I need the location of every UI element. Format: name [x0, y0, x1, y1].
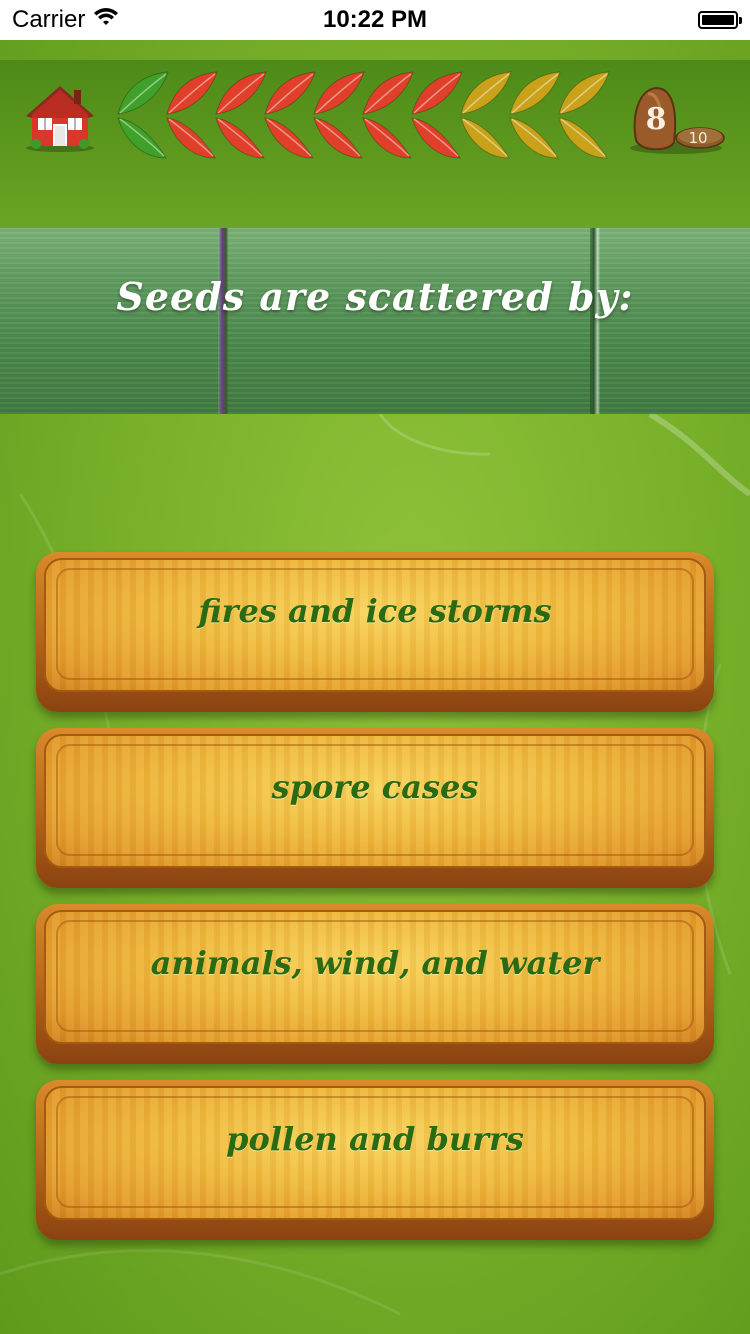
progress-leaf-wrong — [215, 71, 267, 159]
answer-label: pollen and burrs — [226, 1120, 524, 1158]
progress-leaf-wrong — [313, 71, 365, 159]
answer-label: fires and ice storms — [198, 592, 552, 630]
progress-leaf-wrong — [264, 71, 316, 159]
bamboo-node — [590, 228, 600, 414]
question-banner — [0, 228, 750, 414]
progress-leaf-correct — [117, 71, 169, 159]
home-button[interactable] — [22, 78, 98, 154]
question-text: Seeds are scattered by: — [116, 274, 634, 319]
carrier-label: Carrier — [12, 6, 86, 33]
progress-leaf-wrong — [411, 71, 463, 159]
status-right — [698, 0, 742, 40]
answer-label: spore cases — [271, 768, 479, 806]
progress-leaf-pending — [460, 71, 512, 159]
answer-button-2[interactable]: spore cases — [36, 728, 714, 888]
timer-total: 10 — [688, 129, 708, 147]
answer-label: animals, wind, and water — [150, 944, 600, 982]
progress-leaf-pending — [509, 71, 561, 159]
answer-button-1[interactable]: fires and ice storms — [36, 552, 714, 712]
answer-button-3[interactable]: animals, wind, and water — [36, 904, 714, 1064]
wifi-icon — [93, 6, 119, 34]
battery-icon — [698, 11, 742, 29]
answer-button-4[interactable]: pollen and burrs — [36, 1080, 714, 1240]
progress-leaf-wrong — [362, 71, 414, 159]
bamboo-node — [218, 228, 228, 414]
progress-leaves — [117, 71, 610, 159]
progress-leaf-pending — [558, 71, 610, 159]
progress-leaf-wrong — [166, 71, 218, 159]
status-time: 10:22 PM — [322, 6, 428, 33]
house-icon — [26, 86, 94, 152]
timer-value: 8 — [645, 102, 667, 137]
status-bar: Carrier 10:22 PM — [0, 0, 750, 40]
status-left: Carrier — [12, 0, 119, 40]
